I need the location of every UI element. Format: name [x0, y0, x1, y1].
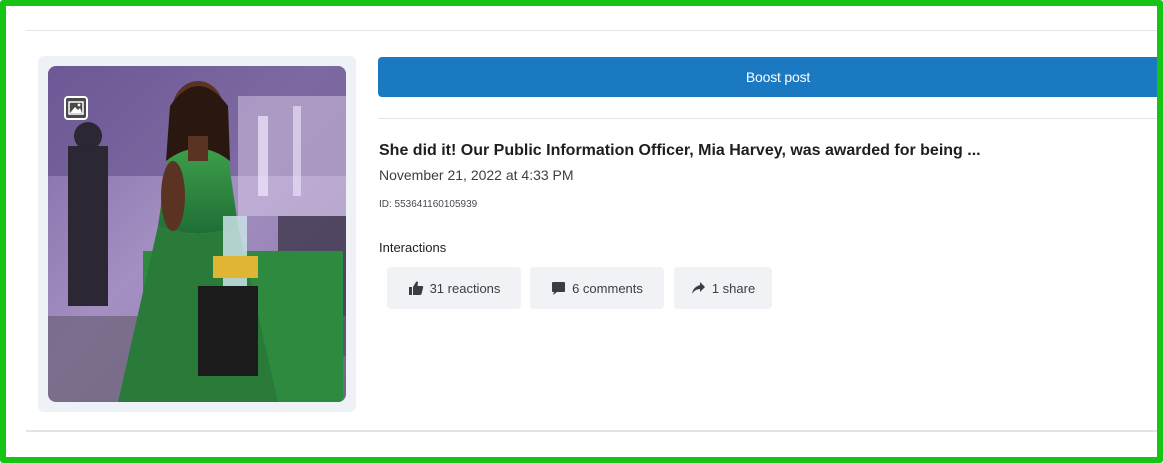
post-thumbnail-image[interactable]	[48, 66, 346, 402]
shares-chip[interactable]: 1 share	[674, 267, 772, 309]
thumbs-up-icon	[408, 280, 424, 296]
interactions-heading: Interactions	[379, 240, 447, 255]
top-divider	[26, 30, 1157, 31]
bottom-divider	[26, 430, 1157, 432]
reactions-count: 31 reactions	[429, 280, 501, 296]
comments-chip[interactable]: 6 comments	[530, 267, 664, 309]
comments-count: 6 comments	[572, 280, 643, 296]
boost-post-button[interactable]: Boost post	[378, 57, 1157, 97]
post-insights-panel: Boost post She did it! Our Public Inform…	[26, 16, 1157, 457]
post-title[interactable]: She did it! Our Public Information Offic…	[379, 142, 981, 160]
header-divider	[378, 118, 1157, 119]
post-thumbnail-card[interactable]	[38, 56, 356, 412]
post-date: November 21, 2022 at 4:33 PM	[379, 167, 574, 183]
comment-icon	[551, 281, 566, 296]
reactions-chip[interactable]: 31 reactions	[387, 267, 521, 309]
highlight-frame: Boost post She did it! Our Public Inform…	[0, 0, 1163, 463]
image-icon	[64, 96, 88, 120]
share-arrow-icon	[691, 281, 706, 296]
post-id: ID: 553641160105939	[379, 199, 478, 210]
shares-count: 1 share	[711, 280, 756, 296]
